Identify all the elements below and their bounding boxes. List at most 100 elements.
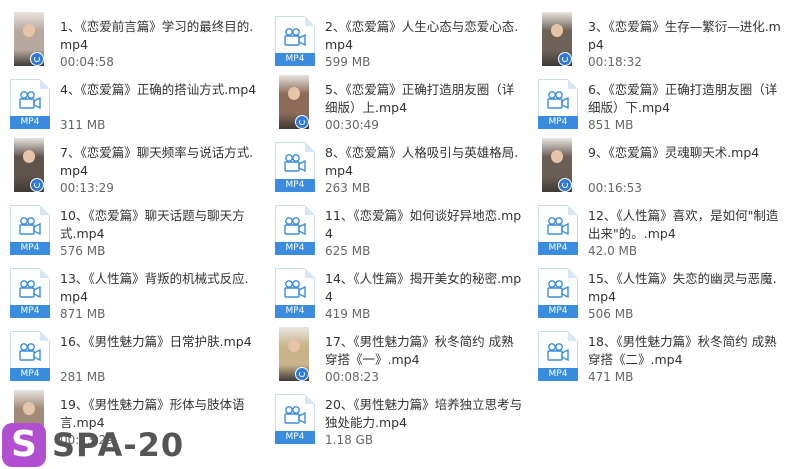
mp4-label: MP4: [538, 305, 578, 318]
file-item[interactable]: MP4 20、《男性魅力篇》培养独立思考与独处能力.mp4 1.18 GB: [265, 388, 527, 450]
file-size: 625 MB: [325, 244, 371, 258]
video-duration: 00:04:58: [60, 55, 114, 69]
video-thumbnail: [542, 12, 572, 66]
file-size: 1.18 GB: [325, 433, 374, 447]
mp4-file-icon: MP4: [538, 205, 578, 255]
file-item[interactable]: MP4 16、《男性魅力篇》日常护肤.mp4 281 MB: [0, 325, 262, 387]
file-size: 599 MB: [325, 55, 371, 69]
file-item[interactable]: MP4 2、《恋爱篇》人生心态与恋爱心态.mp4 599 MB: [265, 10, 527, 72]
file-name: 5、《恋爱篇》正确打造朋友圈（详细版）上.mp4: [325, 82, 515, 115]
mp4-file-icon: MP4: [10, 268, 50, 318]
video-duration: 00:16:53: [588, 181, 642, 195]
mp4-file-icon: MP4: [10, 331, 50, 381]
file-name: 6、《恋爱篇》正确打造朋友圈（详细版）下.mp4: [588, 82, 778, 115]
watermark-text: SPA-20: [52, 426, 185, 464]
file-item[interactable]: MP4 14、《人性篇》揭开美女的秘密.mp4 419 MB: [265, 262, 527, 324]
file-name: 12、《人性篇》喜欢，是如何"制造出来"的。.mp4: [588, 208, 779, 241]
file-size: 281 MB: [60, 370, 106, 384]
mp4-label: MP4: [275, 53, 315, 66]
file-item[interactable]: 7、《恋爱篇》聊天频率与说话方式.mp4 00:13:29: [0, 136, 262, 198]
mp4-label: MP4: [10, 305, 50, 318]
file-size: 851 MB: [588, 118, 634, 132]
mp4-label: MP4: [538, 242, 578, 255]
video-thumbnail: [14, 138, 44, 192]
file-name: 3、《恋爱篇》生存—繁衍—进化.mp4: [588, 19, 781, 52]
person-silhouette: [551, 150, 563, 163]
mp4-file-icon: MP4: [275, 394, 315, 444]
video-thumbnail: [279, 327, 309, 381]
file-name: 13、《人性篇》背叛的机械式反应.mp4: [60, 271, 249, 304]
mp4-label: MP4: [538, 368, 578, 381]
video-thumbnail: [279, 75, 309, 129]
sync-badge-icon: [295, 115, 309, 129]
mp4-label: MP4: [10, 368, 50, 381]
file-name: 2、《恋爱篇》人生心态与恋爱心态.mp4: [325, 19, 519, 52]
file-item[interactable]: 9、《恋爱篇》灵魂聊天术.mp4 00:16:53: [528, 136, 790, 198]
sync-badge-icon: [30, 52, 44, 66]
mp4-file-icon: MP4: [538, 79, 578, 129]
file-item[interactable]: MP4 6、《恋爱篇》正确打造朋友圈（详细版）下.mp4 851 MB: [528, 73, 790, 135]
file-name: 11、《恋爱篇》如何谈好异地恋.mp4: [325, 208, 522, 241]
video-duration: 00:08:23: [325, 370, 379, 384]
file-size: 471 MB: [588, 370, 634, 384]
mp4-label: MP4: [538, 116, 578, 129]
mp4-label: MP4: [10, 242, 50, 255]
person-silhouette: [288, 87, 300, 100]
mp4-label: MP4: [275, 179, 315, 192]
file-size: 311 MB: [60, 118, 106, 132]
sync-badge-icon: [558, 52, 572, 66]
sync-badge-icon: [558, 178, 572, 192]
file-size: 576 MB: [60, 244, 106, 258]
person-silhouette: [23, 150, 35, 163]
file-item[interactable]: MP4 10、《恋爱篇》聊天话题与聊天方式.mp4 576 MB: [0, 199, 262, 261]
file-item[interactable]: 3、《恋爱篇》生存—繁衍—进化.mp4 00:18:32: [528, 10, 790, 72]
mp4-file-icon: MP4: [10, 79, 50, 129]
file-name: 15、《人性篇》失恋的幽灵与恶魔.mp4: [588, 271, 777, 304]
mp4-file-icon: MP4: [275, 142, 315, 192]
person-silhouette: [23, 24, 35, 37]
mp4-file-icon: MP4: [10, 205, 50, 255]
watermark-letter: S: [2, 423, 46, 467]
mp4-label: MP4: [275, 431, 315, 444]
video-thumbnail: [542, 138, 572, 192]
video-thumbnail: [14, 12, 44, 66]
video-duration: 00:18:32: [588, 55, 642, 69]
watermark-logo: S SPA-20: [0, 421, 210, 469]
file-item[interactable]: MP4 13、《人性篇》背叛的机械式反应.mp4 871 MB: [0, 262, 262, 324]
file-item[interactable]: 1、《恋爱前言篇》学习的最终目的.mp4 00:04:58: [0, 10, 262, 72]
file-item[interactable]: MP4 8、《恋爱篇》人格吸引与英雄格局.mp4 263 MB: [265, 136, 527, 198]
file-item[interactable]: MP4 18、《男性魅力篇》秋冬简约 成熟穿搭《二》.mp4 471 MB: [528, 325, 790, 387]
file-name: 16、《男性魅力篇》日常护肤.mp4: [60, 334, 252, 349]
file-size: 506 MB: [588, 307, 634, 321]
file-size: 42.0 MB: [588, 244, 638, 258]
mp4-file-icon: MP4: [275, 205, 315, 255]
file-name: 9、《恋爱篇》灵魂聊天术.mp4: [588, 145, 760, 160]
person-silhouette: [288, 339, 300, 352]
mp4-file-icon: MP4: [538, 268, 578, 318]
file-item[interactable]: MP4 11、《恋爱篇》如何谈好异地恋.mp4 625 MB: [265, 199, 527, 261]
file-item[interactable]: MP4 12、《人性篇》喜欢，是如何"制造出来"的。.mp4 42.0 MB: [528, 199, 790, 261]
mp4-label: MP4: [275, 305, 315, 318]
file-item[interactable]: MP4 4、《恋爱篇》正确的搭讪方式.mp4 311 MB: [0, 73, 262, 135]
file-grid: 1、《恋爱前言篇》学习的最终目的.mp4 00:04:58 MP4 2、《恋爱篇》人生…: [0, 0, 800, 469]
file-name: 18、《男性魅力篇》秋冬简约 成熟穿搭《二》.mp4: [588, 334, 777, 367]
video-duration: 00:30:49: [325, 118, 379, 132]
file-item[interactable]: MP4 15、《人性篇》失恋的幽灵与恶魔.mp4 506 MB: [528, 262, 790, 324]
mp4-file-icon: MP4: [538, 331, 578, 381]
mp4-file-icon: MP4: [275, 268, 315, 318]
file-name: 7、《恋爱篇》聊天频率与说话方式.mp4: [60, 145, 254, 178]
file-size: 263 MB: [325, 181, 371, 195]
file-name: 17、《男性魅力篇》秋冬简约 成熟穿搭《一》.mp4: [325, 334, 514, 367]
mp4-label: MP4: [275, 242, 315, 255]
file-name: 14、《人性篇》揭开美女的秘密.mp4: [325, 271, 522, 304]
mp4-file-icon: MP4: [275, 16, 315, 66]
person-silhouette: [551, 24, 563, 37]
file-name: 4、《恋爱篇》正确的搭讪方式.mp4: [60, 82, 257, 97]
mp4-label: MP4: [10, 116, 50, 129]
sync-badge-icon: [30, 178, 44, 192]
sync-badge-icon: [295, 367, 309, 381]
video-duration: 00:13:29: [60, 181, 114, 195]
file-item[interactable]: 5、《恋爱篇》正确打造朋友圈（详细版）上.mp4 00:30:49: [265, 73, 527, 135]
file-item[interactable]: 17、《男性魅力篇》秋冬简约 成熟穿搭《一》.mp4 00:08:23: [265, 325, 527, 387]
file-name: 20、《男性魅力篇》培养独立思考与独处能力.mp4: [325, 397, 523, 430]
